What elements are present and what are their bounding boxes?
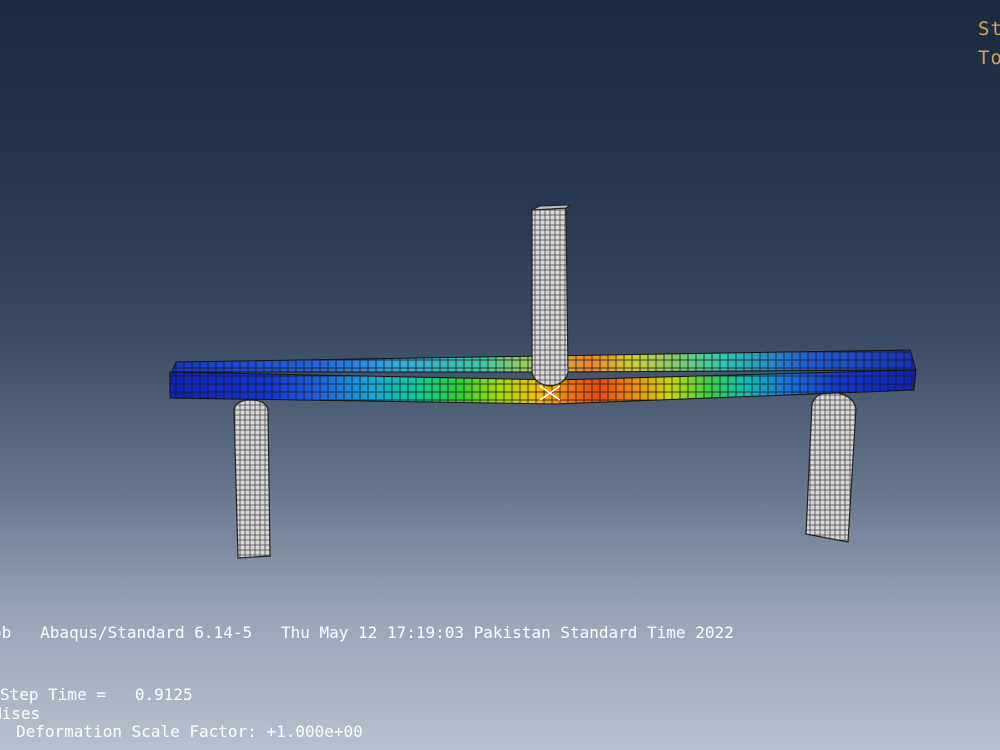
primary-var-line: Mises — [0, 704, 41, 723]
right-support — [805, 391, 857, 543]
abaqus-viewport[interactable]: St To ob Abaqus/Standard 6.14-5 Thu May … — [0, 0, 1000, 750]
loading-punch — [531, 204, 572, 387]
deformation-scale-line: Deformation Scale Factor: +1.000e+00 — [16, 722, 363, 741]
left-support — [233, 399, 271, 559]
legend-total-label: To — [978, 47, 1000, 69]
step-time-line: Step Time = 0.9125 — [0, 685, 193, 704]
legend-step-label: St — [978, 18, 1000, 40]
solver-info-line: ob Abaqus/Standard 6.14-5 Thu May 12 17:… — [0, 623, 734, 642]
